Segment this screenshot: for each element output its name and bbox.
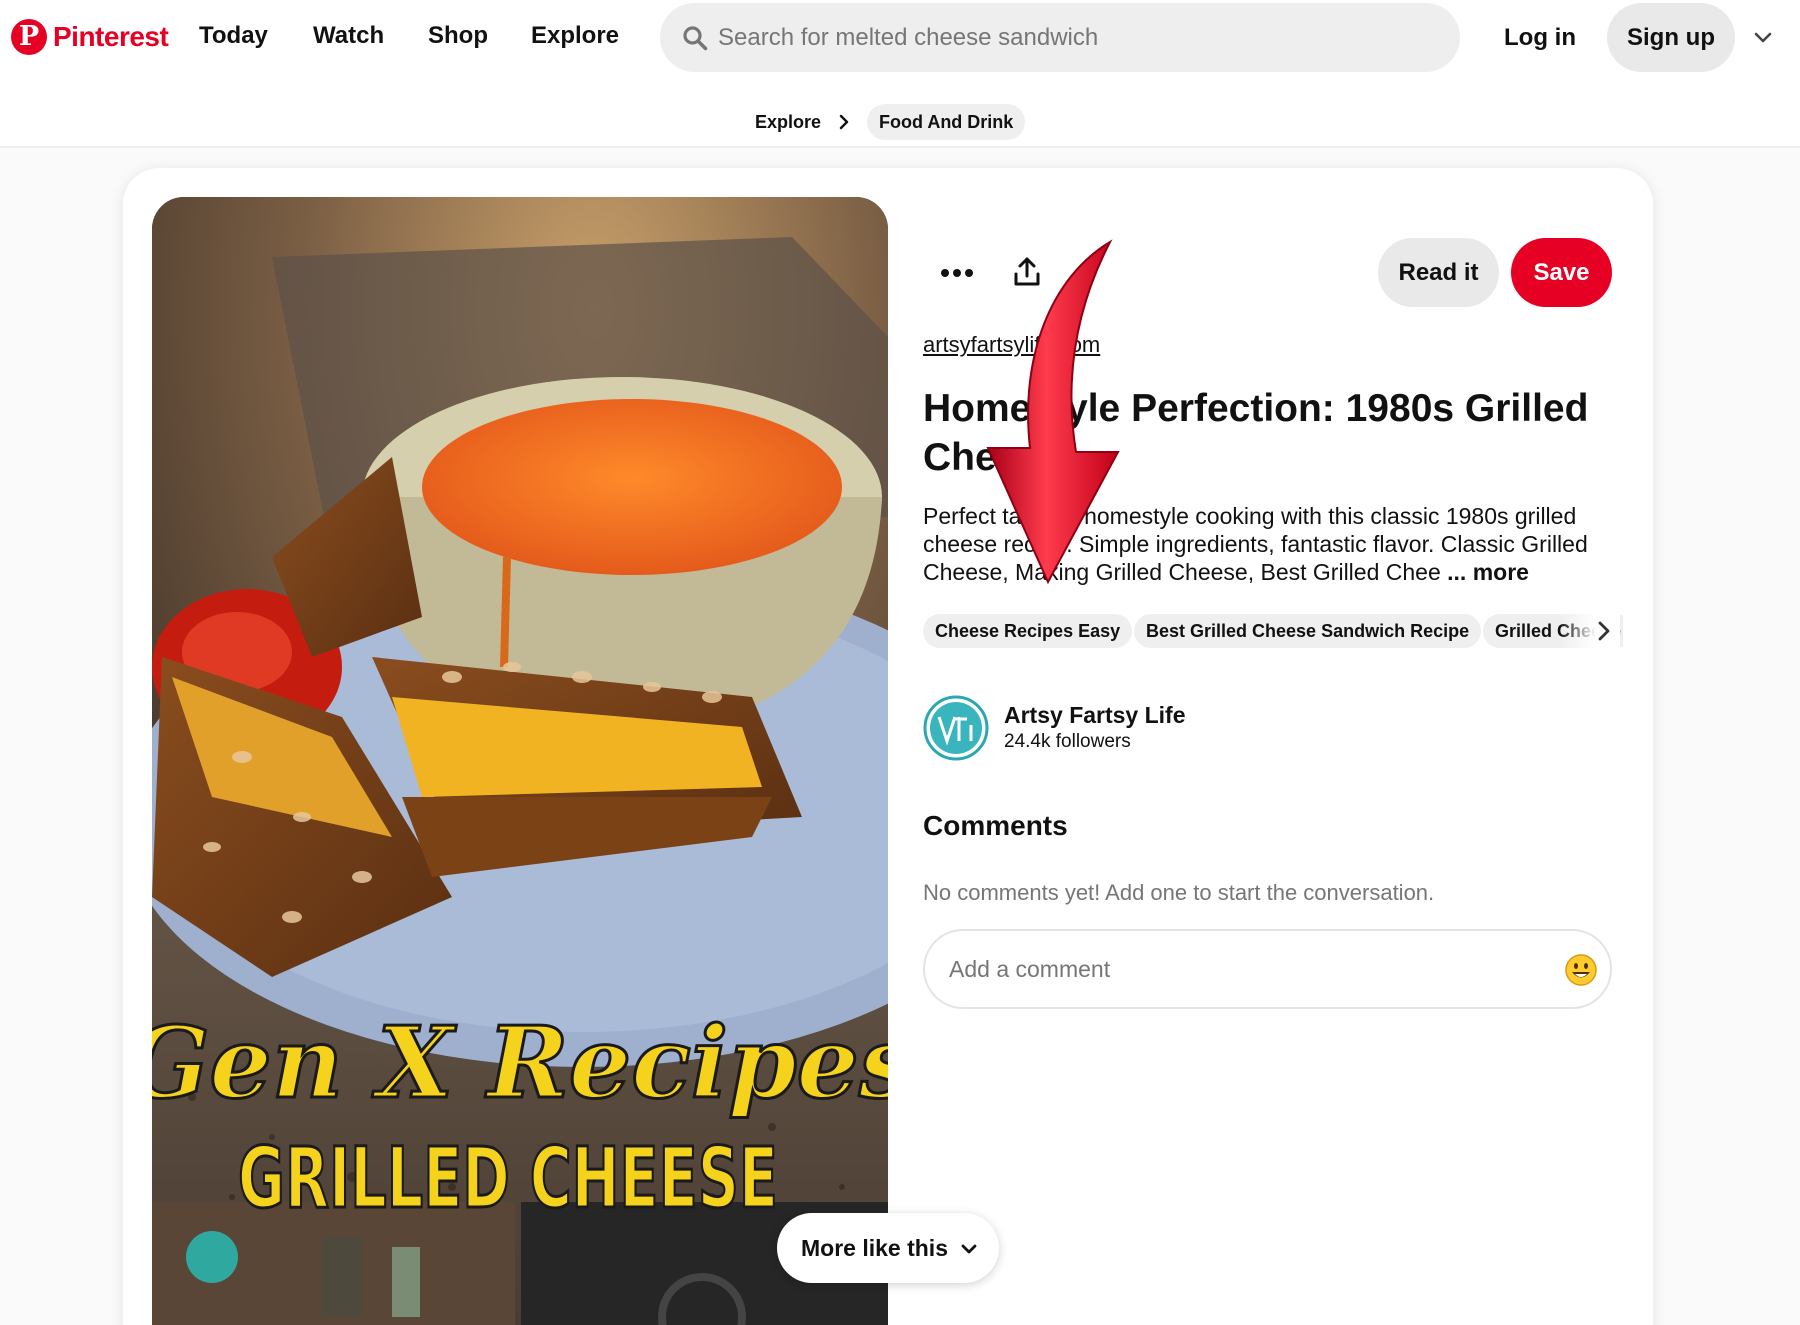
comment-input[interactable] bbox=[949, 931, 1529, 1007]
signup-button[interactable]: Sign up bbox=[1607, 3, 1735, 72]
search-bar[interactable] bbox=[660, 3, 1460, 72]
top-navigation-bar: P Pinterest Today Watch Shop Explore Log… bbox=[0, 0, 1800, 76]
more-dots-icon[interactable] bbox=[940, 262, 974, 284]
author-name[interactable]: Artsy Fartsy Life bbox=[1004, 702, 1186, 729]
nav-today[interactable]: Today bbox=[199, 22, 268, 50]
more-like-this-label: More like this bbox=[801, 1235, 948, 1261]
read-it-button[interactable]: Read it bbox=[1378, 238, 1499, 307]
save-button[interactable]: Save bbox=[1511, 238, 1612, 307]
pinterest-logo[interactable]: P Pinterest bbox=[11, 19, 169, 55]
breadcrumb-explore[interactable]: Explore bbox=[755, 112, 821, 133]
no-comments-text: No comments yet! Add one to start the co… bbox=[923, 880, 1435, 905]
search-icon bbox=[683, 26, 708, 51]
chevron-right-icon bbox=[839, 114, 849, 130]
chevron-right-icon[interactable] bbox=[1595, 620, 1613, 642]
chevron-down-icon bbox=[961, 1244, 977, 1254]
pin-image[interactable]: Gen X Recipes GRILLED CHEESE bbox=[152, 197, 888, 1325]
pinterest-logo-icon: P bbox=[11, 19, 47, 55]
image-overlay-line2: GRILLED CHEESE bbox=[238, 1129, 778, 1227]
comment-box[interactable] bbox=[923, 929, 1612, 1009]
tag-chip[interactable]: Cheese Recipes Easy bbox=[923, 614, 1133, 648]
grilled-cheese-photo: Gen X Recipes GRILLED CHEESE bbox=[152, 197, 888, 1325]
pin-title: Homestyle Perfection: 1980s Grilled Chee… bbox=[923, 387, 1589, 479]
share-icon[interactable] bbox=[1012, 256, 1042, 288]
login-button[interactable]: Log in bbox=[1504, 24, 1576, 52]
comments-heading: Comments bbox=[923, 810, 1068, 841]
brand-name: Pinterest bbox=[53, 21, 169, 52]
breadcrumb-food-and-drink[interactable]: Food And Drink bbox=[867, 104, 1026, 140]
more-description-link[interactable]: ... more bbox=[1447, 559, 1529, 585]
nav-watch[interactable]: Watch bbox=[313, 22, 384, 50]
smiley-emoji-icon[interactable] bbox=[1564, 953, 1598, 987]
tag-list: Cheese Recipes Easy Best Grilled Cheese … bbox=[923, 614, 1623, 648]
avatar-logo-icon bbox=[923, 695, 989, 761]
breadcrumb: Explore Food And Drink bbox=[0, 104, 1800, 140]
follower-count: 24.4k followers bbox=[1004, 731, 1131, 752]
source-link[interactable]: artsyfartsylife.com bbox=[923, 332, 1100, 358]
nav-explore[interactable]: Explore bbox=[531, 22, 619, 50]
search-input[interactable] bbox=[718, 3, 1438, 72]
header-divider bbox=[0, 146, 1800, 148]
more-like-this-button[interactable]: More like this bbox=[777, 1213, 999, 1283]
tag-chip[interactable]: Best Grilled Cheese Sandwich Recipe bbox=[1134, 614, 1482, 648]
image-overlay-line1: Gen X Recipes bbox=[152, 1006, 888, 1121]
pin-description: Perfect taste of homestyle cooking with … bbox=[923, 502, 1623, 586]
nav-shop[interactable]: Shop bbox=[428, 22, 488, 50]
chevron-down-icon[interactable] bbox=[1752, 26, 1774, 48]
author-avatar[interactable] bbox=[923, 695, 989, 761]
